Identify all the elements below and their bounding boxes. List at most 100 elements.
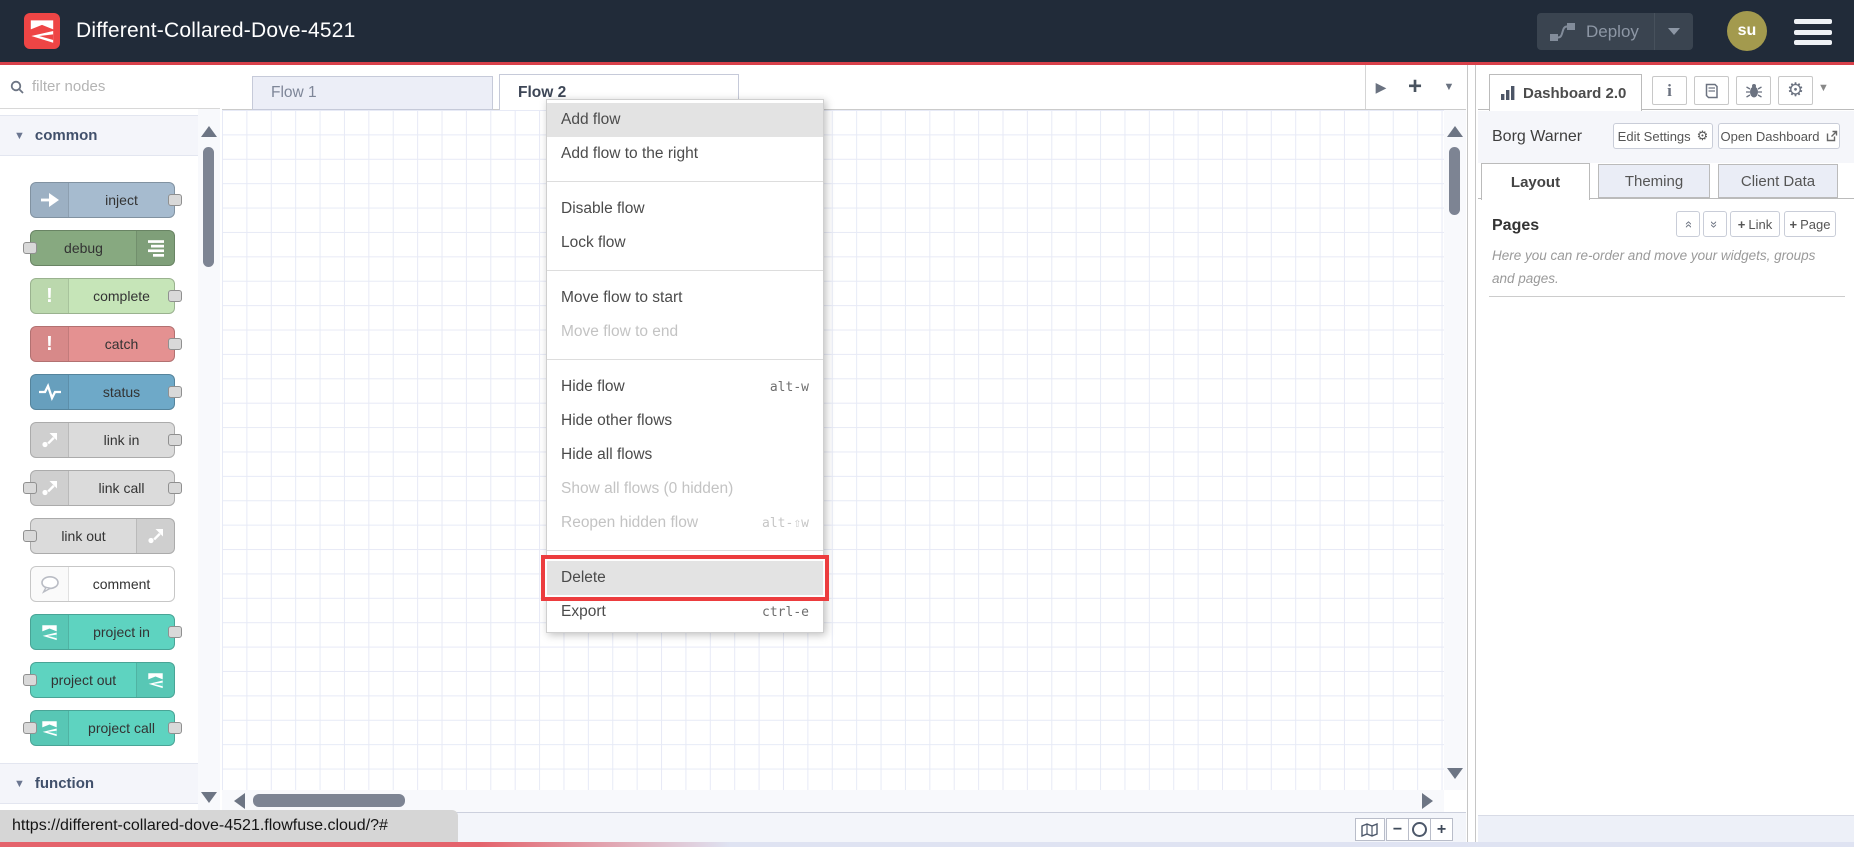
palette-node-debug[interactable]: debug [23,230,175,266]
zoom-out-button[interactable]: − [1386,818,1409,841]
palette-filter-input[interactable] [30,77,194,96]
menu-item-hide-other-flows[interactable]: Hide other flows [547,404,823,438]
palette-node-project-call[interactable]: project call [23,710,182,746]
menu-item-label: Disable flow [561,200,645,217]
scroll-down-icon[interactable] [201,792,217,803]
dashboard-subtabs: Layout Theming Client Data [1478,163,1854,200]
palette-scrollbar-thumb[interactable] [203,147,214,267]
node-output-port[interactable] [168,290,182,302]
open-dashboard-button[interactable]: Open Dashboard [1718,123,1840,149]
menu-item-export[interactable]: Export ctrl-e [547,595,823,629]
chevrons-down-icon: » [1707,220,1723,228]
node-input-port[interactable] [23,674,37,686]
canvas-vertical-scrollbar[interactable] [1444,110,1466,790]
node-output-port[interactable] [168,722,182,734]
add-link-button[interactable]: + Link [1730,211,1780,237]
flow-list-dropdown-icon[interactable]: ▼ [1434,81,1464,93]
flow-canvas[interactable] [222,110,1444,790]
navigator-button[interactable] [1355,818,1385,841]
collapse-all-button[interactable]: » [1676,211,1700,237]
sidebar-footer [1478,815,1854,845]
menu-item-label: Hide all flows [561,446,653,463]
scroll-right-icon[interactable] [1422,793,1433,809]
node-label: link in [103,432,140,448]
info-button[interactable]: i [1652,76,1687,105]
palette-node-catch[interactable]: ! catch [30,326,182,362]
expand-all-button[interactable]: » [1703,211,1727,237]
scroll-up-icon[interactable] [1447,126,1463,137]
palette-scrollbar[interactable] [198,109,220,812]
settings-button[interactable]: ⚙ [1778,76,1813,105]
help-button[interactable] [1694,76,1729,105]
menu-item-hide-flow[interactable]: Hide flow alt-w [547,370,823,404]
menu-item-add-flow-to-the-right[interactable]: Add flow to the right [547,137,823,171]
sidebar-tabs-dropdown-icon[interactable]: ▼ [1818,82,1829,94]
edit-settings-button[interactable]: Edit Settings ⚙ [1613,123,1713,149]
menu-item-hide-all-flows[interactable]: Hide all flows [547,438,823,472]
menu-item-delete[interactable]: Delete [547,561,823,595]
deploy-options-caret[interactable] [1654,13,1693,50]
debug-messages-button[interactable] [1736,76,1771,105]
palette-node-link-in[interactable]: link in [30,422,182,458]
menu-item-move-flow-to-start[interactable]: Move flow to start [547,281,823,315]
tab-dashboard-2[interactable]: Dashboard 2.0 [1489,74,1642,111]
palette-node-status[interactable]: status [30,374,182,410]
bug-icon [1745,83,1762,98]
sidebar-splitter[interactable] [1467,65,1476,845]
canvas-hscroll-thumb[interactable] [253,794,405,807]
map-icon [1361,822,1378,837]
menu-item-lock-flow[interactable]: Lock flow [547,226,823,260]
scroll-tabs-right-icon[interactable]: ▶ [1366,79,1396,96]
node-label: link out [61,528,106,544]
right-sidebar: Dashboard 2.0 i ⚙ ▼ Borg Warner Edit Set… [1478,65,1854,845]
tab-client-data[interactable]: Client Data [1718,164,1838,198]
add-page-button[interactable]: + Page [1784,211,1836,237]
chevron-down-icon: ▼ [14,777,25,790]
deploy-button[interactable]: Deploy [1537,13,1693,50]
node-output-port[interactable] [168,626,182,638]
tab-layout[interactable]: Layout [1481,163,1590,200]
palette-node-project-in[interactable]: project in [30,614,182,650]
palette-search[interactable] [0,65,220,109]
menu-item-disable-flow[interactable]: Disable flow [547,192,823,226]
node-output-port[interactable] [168,434,182,446]
canvas-vscroll-thumb[interactable] [1449,147,1460,215]
tab-theming[interactable]: Theming [1598,164,1710,198]
palette-node-complete[interactable]: ! complete [30,278,182,314]
node-output-port[interactable] [168,194,182,206]
link-icon [136,519,174,553]
deploy-label: Deploy [1586,21,1639,41]
add-flow-button[interactable]: + [1396,73,1434,101]
palette-category-function[interactable]: ▼ function [0,763,198,804]
scroll-left-icon[interactable] [234,793,245,809]
node-output-port[interactable] [168,482,182,494]
node-input-port[interactable] [23,242,37,254]
pages-title: Pages [1492,217,1540,234]
palette-node-link-call[interactable]: link call [23,470,182,506]
canvas-horizontal-scrollbar[interactable] [222,790,1444,812]
scroll-up-icon[interactable] [201,126,217,137]
browser-link-preview: https://different-collared-dove-4521.flo… [0,810,458,842]
node-input-port[interactable] [23,482,37,494]
tabbar-tools: ▶ + ▼ [1365,65,1467,109]
node-palette: ▼ common inject debug ! complete ! catch statu… [0,65,220,812]
zoom-controls: − + [1386,818,1453,841]
zoom-reset-button[interactable] [1408,818,1431,841]
zoom-in-button[interactable]: + [1430,818,1453,841]
palette-node-link-out[interactable]: link out [23,518,175,554]
palette-category-common[interactable]: ▼ common [0,115,198,156]
flow-tab-flow-1[interactable]: Flow 1 [252,76,493,110]
node-output-port[interactable] [168,338,182,350]
palette-node-project-out[interactable]: project out [23,662,175,698]
menu-item-add-flow[interactable]: Add flow [547,103,823,137]
palette-node-inject[interactable]: inject [30,182,182,218]
user-avatar[interactable]: su [1727,11,1767,51]
node-output-port[interactable] [168,386,182,398]
scroll-down-icon[interactable] [1447,768,1463,779]
pages-help-text: Here you can re-order and move your widg… [1492,248,1816,286]
main-menu-icon[interactable] [1794,19,1832,45]
palette-node-comment[interactable]: comment [30,566,175,602]
node-red-editor: Different-Collared-Dove-4521 Deploy su ▼… [0,0,1854,847]
node-input-port[interactable] [23,530,37,542]
node-input-port[interactable] [23,722,37,734]
